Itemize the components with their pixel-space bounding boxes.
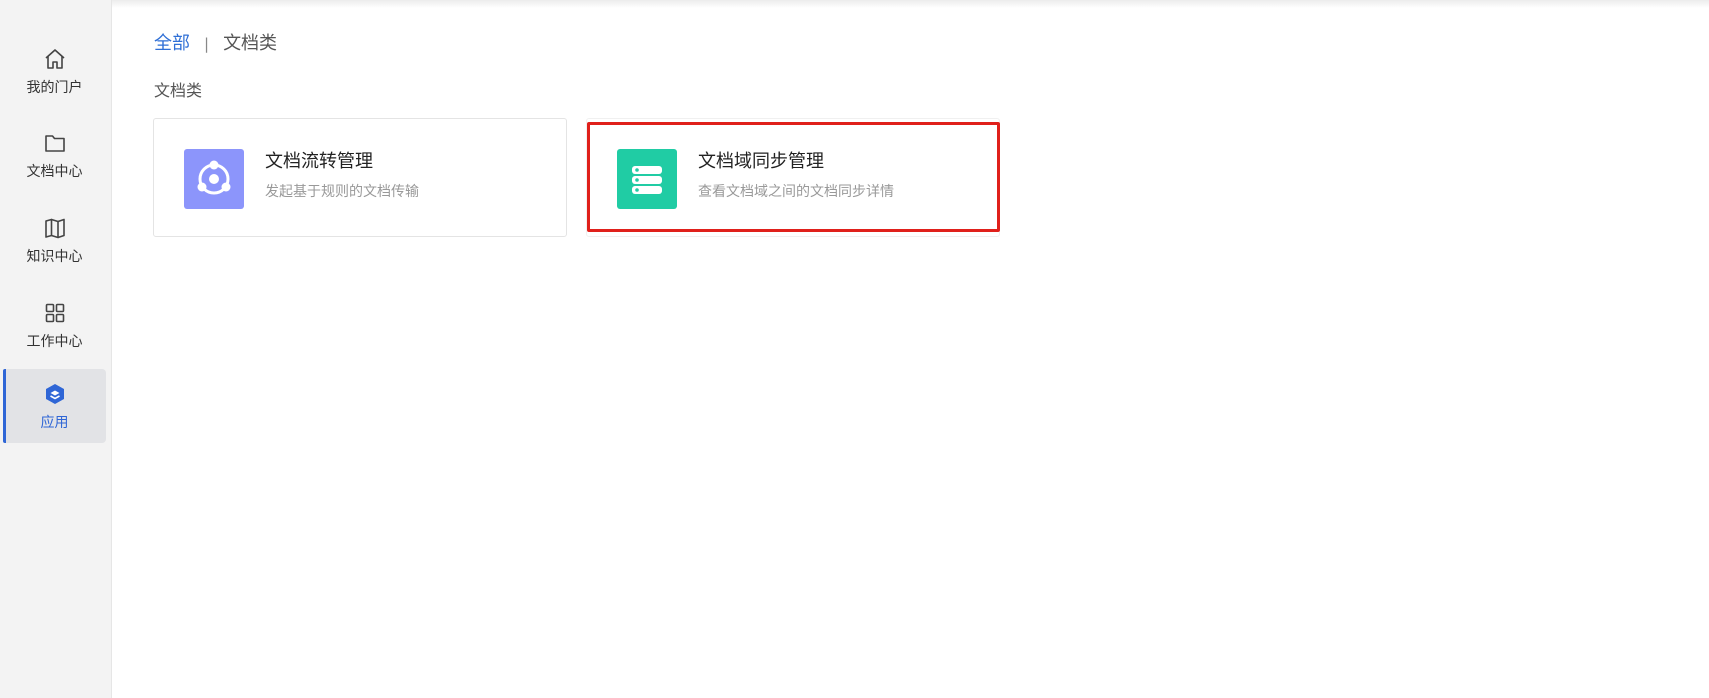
sidebar-item-apps[interactable]: 应用 (3, 369, 106, 443)
app-root: 我的门户 文档中心 知识中心 工作中心 应用 全部 | 文档类 文档类 文档流转… (0, 0, 1709, 698)
breadcrumb-root-link[interactable]: 全部 (154, 32, 190, 56)
sidebar-item-work-center[interactable]: 工作中心 (3, 288, 106, 362)
document-flow-icon (184, 149, 244, 209)
top-shadow-bar (112, 0, 1709, 8)
server-stack-icon (617, 149, 677, 209)
sidebar-item-label: 工作中心 (26, 333, 83, 350)
folder-icon (44, 134, 65, 152)
sidebar-item-label: 知识中心 (26, 248, 83, 265)
breadcrumb-separator: | (204, 35, 210, 53)
active-indicator (3, 369, 6, 443)
section-title: 文档类 (154, 81, 203, 100)
home-icon (44, 48, 65, 69)
card-title: 文档流转管理 (265, 151, 373, 172)
sidebar-item-document-center[interactable]: 文档中心 (3, 118, 106, 192)
card-description: 查看文档域之间的文档同步详情 (698, 184, 894, 200)
book-map-icon (44, 218, 65, 238)
grid-icon (45, 303, 64, 322)
breadcrumb: 全部 | 文档类 (154, 32, 277, 56)
sidebar: 我的门户 文档中心 知识中心 工作中心 应用 (0, 0, 112, 698)
sidebar-item-my-portal[interactable]: 我的门户 (3, 34, 106, 108)
card-title: 文档域同步管理 (698, 151, 824, 172)
card-description: 发起基于规则的文档传输 (265, 184, 419, 200)
breadcrumb-current: 文档类 (223, 33, 278, 54)
sidebar-item-label: 应用 (40, 414, 69, 431)
app-card-document-flow[interactable]: 文档流转管理 发起基于规则的文档传输 (153, 118, 567, 237)
sidebar-item-label: 我的门户 (26, 79, 83, 96)
app-card-document-domain-sync[interactable]: 文档域同步管理 查看文档域之间的文档同步详情 (586, 118, 1000, 237)
sidebar-item-knowledge-center[interactable]: 知识中心 (3, 203, 106, 277)
apps-logo-icon (45, 383, 64, 404)
sidebar-item-label: 文档中心 (26, 163, 83, 180)
